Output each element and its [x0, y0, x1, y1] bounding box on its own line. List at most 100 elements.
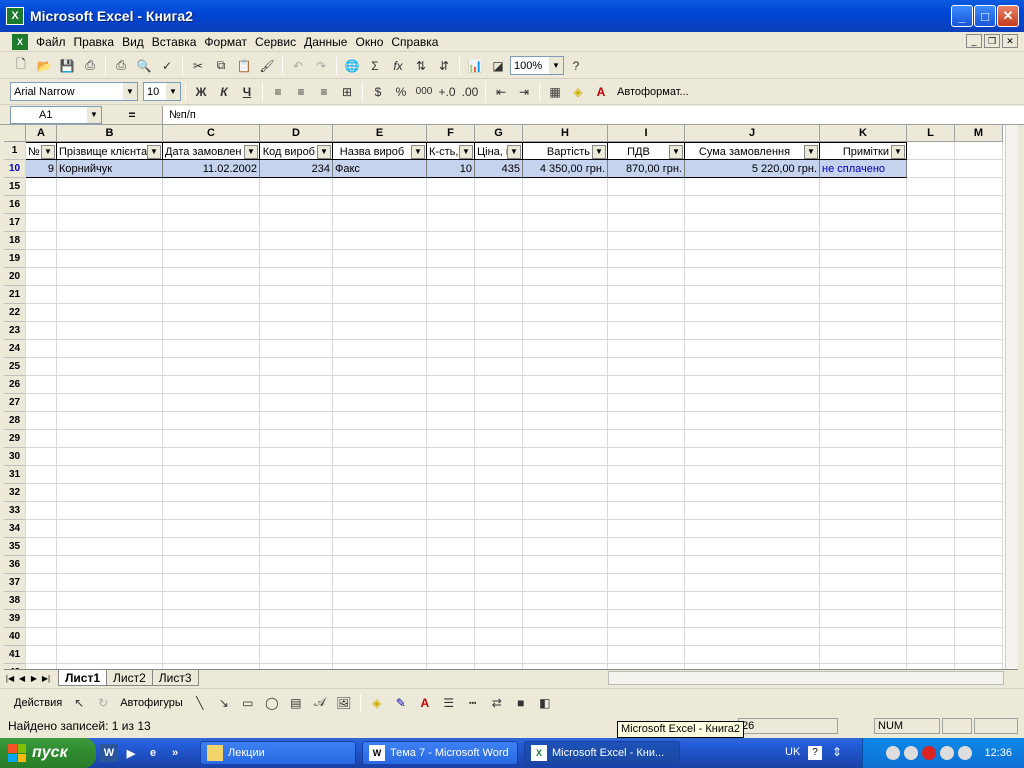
- column-header[interactable]: C: [163, 125, 260, 142]
- row-header[interactable]: 37: [4, 574, 26, 592]
- column-header[interactable]: J: [685, 125, 820, 142]
- horizontal-scrollbar[interactable]: [608, 671, 1004, 685]
- chart-wizard-icon[interactable]: 📊: [464, 55, 486, 77]
- select-all-corner[interactable]: [4, 125, 26, 142]
- row-header[interactable]: 36: [4, 556, 26, 574]
- title-bar[interactable]: X Microsoft Excel - Книга2 _ □ ✕: [0, 0, 1024, 32]
- column-header[interactable]: E: [333, 125, 427, 142]
- data-cell[interactable]: 234: [260, 160, 333, 178]
- workbook-minimize-button[interactable]: _: [966, 34, 982, 48]
- merge-center-icon[interactable]: ⊞: [336, 81, 358, 103]
- undo-icon[interactable]: ↶: [287, 55, 309, 77]
- font-color-icon[interactable]: A: [590, 81, 612, 103]
- align-center-icon[interactable]: ≡: [290, 81, 312, 103]
- name-box[interactable]: A1 ▼: [10, 105, 102, 124]
- free-rotate-icon[interactable]: ↻: [92, 692, 114, 714]
- workbook-restore-button[interactable]: ❐: [984, 34, 1000, 48]
- font-size-select[interactable]: 10 ▼: [143, 82, 181, 101]
- word-icon[interactable]: W: [100, 744, 118, 762]
- permission-icon[interactable]: ⎙: [79, 55, 101, 77]
- row-header[interactable]: 21: [4, 286, 26, 304]
- help-icon[interactable]: ?: [808, 746, 822, 760]
- font-color-icon[interactable]: A: [414, 692, 436, 714]
- speaker-icon[interactable]: [886, 746, 901, 760]
- vertical-scrollbar[interactable]: [1005, 125, 1018, 669]
- row-header[interactable]: 22: [4, 304, 26, 322]
- input-options-icon[interactable]: ⇕: [832, 745, 842, 759]
- actions-menu[interactable]: Действия: [10, 697, 66, 709]
- autofilter-dropdown-icon[interactable]: ▼: [804, 145, 818, 159]
- row-header[interactable]: 35: [4, 538, 26, 556]
- fill-color-icon[interactable]: ◈: [366, 692, 388, 714]
- header-cell[interactable]: Код вироб ▼: [260, 142, 333, 160]
- language-indicator[interactable]: UK: [785, 746, 800, 758]
- header-cell[interactable]: Примітки ▼: [820, 142, 907, 160]
- row-header[interactable]: 31: [4, 466, 26, 484]
- autofilter-dropdown-icon[interactable]: ▼: [244, 145, 258, 159]
- header-cell[interactable]: Дата замовлен ▼: [163, 142, 260, 160]
- more-icon[interactable]: »: [166, 744, 184, 762]
- function-icon[interactable]: fx: [387, 55, 409, 77]
- drawing-icon[interactable]: ◪: [487, 55, 509, 77]
- arrow-icon[interactable]: ↘: [213, 692, 235, 714]
- spreadsheet-grid[interactable]: A B C D E F G H I J K L M 1 10 15 16 17 18 19 20 21 22 23 24 25 26…: [4, 125, 1018, 669]
- menu-help[interactable]: Справка: [387, 35, 442, 49]
- data-cell[interactable]: Корнийчук: [57, 160, 163, 178]
- row-header[interactable]: 33: [4, 502, 26, 520]
- header-cell[interactable]: Вартість ▼: [523, 142, 608, 160]
- column-header[interactable]: F: [427, 125, 475, 142]
- ati-icon[interactable]: [922, 746, 937, 760]
- menu-tools[interactable]: Сервис: [251, 35, 300, 49]
- menu-window[interactable]: Окно: [351, 35, 387, 49]
- autofilter-dropdown-icon[interactable]: ▼: [41, 145, 55, 159]
- header-cell[interactable]: Назва вироб ▼: [333, 142, 427, 160]
- data-cell[interactable]: 9: [26, 160, 57, 178]
- first-sheet-icon[interactable]: |◀: [4, 671, 16, 685]
- formula-input[interactable]: №п/п: [162, 105, 1024, 124]
- autofilter-dropdown-icon[interactable]: ▼: [317, 145, 331, 159]
- column-header[interactable]: M: [955, 125, 1003, 142]
- autofilter-dropdown-icon[interactable]: ▼: [411, 145, 425, 159]
- decrease-indent-icon[interactable]: ⇤: [490, 81, 512, 103]
- percent-button[interactable]: %: [390, 81, 412, 103]
- row-header[interactable]: 32: [4, 484, 26, 502]
- paste-icon[interactable]: 📋: [233, 55, 255, 77]
- chevron-down-icon[interactable]: ▼: [123, 83, 137, 100]
- copy-icon[interactable]: ⧉: [210, 55, 232, 77]
- antivirus-icon[interactable]: [958, 746, 973, 760]
- tab-sheet2[interactable]: Лист2: [106, 670, 153, 686]
- row-header[interactable]: 28: [4, 412, 26, 430]
- header-cell[interactable]: ПДВ ▼: [608, 142, 685, 160]
- fill-color-icon[interactable]: ◈: [567, 81, 589, 103]
- row-header[interactable]: 29: [4, 430, 26, 448]
- column-header[interactable]: I: [608, 125, 685, 142]
- textbox-icon[interactable]: ▤: [285, 692, 307, 714]
- row-header[interactable]: 24: [4, 340, 26, 358]
- internet-explorer-icon[interactable]: e: [144, 744, 162, 762]
- line-color-icon[interactable]: ✎: [390, 692, 412, 714]
- column-header[interactable]: L: [907, 125, 955, 142]
- row-header[interactable]: 16: [4, 196, 26, 214]
- open-icon[interactable]: 📂: [33, 55, 55, 77]
- spelling-icon[interactable]: ✓: [156, 55, 178, 77]
- row-header[interactable]: 10: [4, 160, 26, 178]
- decrease-decimal-icon[interactable]: .00: [459, 81, 481, 103]
- row-header[interactable]: 15: [4, 178, 26, 196]
- data-cell[interactable]: Факс: [333, 160, 427, 178]
- menu-edit[interactable]: Правка: [70, 35, 119, 49]
- close-button[interactable]: ✕: [997, 5, 1019, 27]
- network-icon[interactable]: [904, 746, 919, 760]
- task-folder[interactable]: Лекции: [200, 741, 356, 765]
- task-word[interactable]: W Тема 7 - Microsoft Word: [362, 741, 518, 765]
- row-header[interactable]: 26: [4, 376, 26, 394]
- workbook-icon[interactable]: X: [12, 33, 28, 50]
- autofilter-dropdown-icon[interactable]: ▼: [507, 145, 521, 159]
- header-cell[interactable]: Прізвище клієнта ▼: [57, 142, 163, 160]
- zoom-select[interactable]: 100% ▼: [510, 56, 564, 75]
- menu-insert[interactable]: Вставка: [148, 35, 201, 49]
- rectangle-icon[interactable]: ▭: [237, 692, 259, 714]
- menu-file[interactable]: Файл: [32, 35, 70, 49]
- data-cell[interactable]: не сплачено: [820, 160, 907, 178]
- borders-icon[interactable]: ▦: [544, 81, 566, 103]
- data-cell[interactable]: 5 220,00 грн.: [685, 160, 820, 178]
